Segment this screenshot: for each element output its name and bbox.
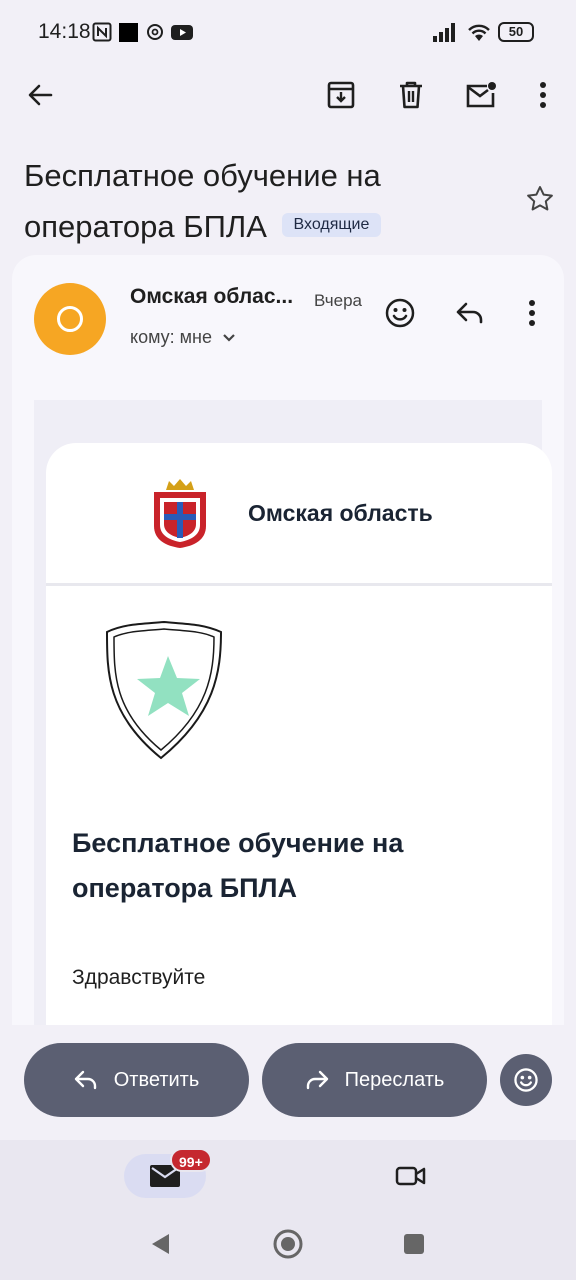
triangle-back-icon xyxy=(152,1234,169,1254)
emoji-icon xyxy=(385,298,415,328)
video-camera-icon xyxy=(395,1166,426,1186)
more-vert-icon xyxy=(540,82,546,108)
youtube-icon xyxy=(171,25,193,40)
avatar-ring-icon xyxy=(57,306,83,332)
back-arrow-icon xyxy=(28,84,53,106)
more-vert-icon xyxy=(529,300,535,326)
more-options-button[interactable] xyxy=(521,73,565,117)
inbox-label-chip[interactable]: Входящие xyxy=(281,212,382,237)
forward-pill-button[interactable]: Переслать xyxy=(262,1043,487,1117)
system-recents-button[interactable] xyxy=(392,1222,436,1266)
forward-icon xyxy=(306,1070,328,1090)
mark-unread-icon xyxy=(466,82,496,108)
reply-icon xyxy=(74,1070,96,1090)
star-icon xyxy=(527,186,553,211)
recipient-text: кому: мне xyxy=(130,327,212,347)
message-card: Омская облас... Вчера кому: мне Омская о… xyxy=(12,255,564,1025)
email-subject: Бесплатное обучение на оператора БПЛА Вх… xyxy=(24,150,504,252)
status-time: 14:18 xyxy=(38,20,91,43)
signal-icon xyxy=(433,23,455,42)
black-square-icon xyxy=(119,23,138,42)
reaction-button[interactable] xyxy=(500,1054,552,1106)
email-content-card: Омская область Бесплатное обучение на оп… xyxy=(46,443,552,1025)
recipient-details-toggle[interactable]: кому: мне xyxy=(130,327,236,348)
battery-icon: 50 xyxy=(498,22,534,42)
add-reaction-button[interactable] xyxy=(378,291,422,335)
omsk-coat-of-arms-icon xyxy=(154,479,206,548)
delete-button[interactable] xyxy=(389,73,433,117)
nfc-icon xyxy=(92,22,112,42)
battery-level: 50 xyxy=(508,24,524,39)
org-name: Омская область xyxy=(248,500,433,526)
archive-icon xyxy=(327,81,355,109)
bottom-navigation: 99+ xyxy=(0,1140,576,1280)
email-greeting: Здравствуйте xyxy=(72,966,206,989)
threads-icon xyxy=(147,24,163,40)
delete-icon xyxy=(400,81,422,109)
reply-pill-button[interactable]: Ответить xyxy=(24,1043,249,1117)
star-button[interactable] xyxy=(518,177,562,221)
email-heading: Бесплатное обучение на оператора БПЛА xyxy=(72,828,404,903)
mark-unread-button[interactable] xyxy=(459,73,503,117)
avatar[interactable] xyxy=(34,283,106,355)
shield-star-icon xyxy=(105,620,223,760)
wifi-icon xyxy=(468,24,490,41)
system-home-button[interactable] xyxy=(266,1222,310,1266)
back-button[interactable] xyxy=(18,73,62,117)
header-divider xyxy=(46,583,552,586)
square-recents-icon xyxy=(404,1234,424,1254)
chevron-down-icon xyxy=(223,333,235,342)
emoji-icon xyxy=(514,1068,538,1092)
forward-label: Переслать xyxy=(344,1068,445,1091)
message-more-button[interactable] xyxy=(510,291,554,335)
reply-icon xyxy=(456,302,483,324)
home-circle-icon xyxy=(273,1229,303,1259)
reply-label: Ответить xyxy=(113,1068,200,1091)
email-body: Омская область Бесплатное обучение на оп… xyxy=(34,400,552,1025)
message-date: Вчера xyxy=(314,291,362,310)
unread-badge: 99+ xyxy=(170,1148,212,1172)
status-bar: 14:18 50 xyxy=(0,0,576,64)
system-back-button[interactable] xyxy=(138,1222,182,1266)
nav-meet-tab[interactable] xyxy=(389,1154,433,1198)
sender-name[interactable]: Омская облас... xyxy=(130,285,293,309)
reply-button[interactable] xyxy=(448,291,492,335)
archive-button[interactable] xyxy=(319,73,363,117)
